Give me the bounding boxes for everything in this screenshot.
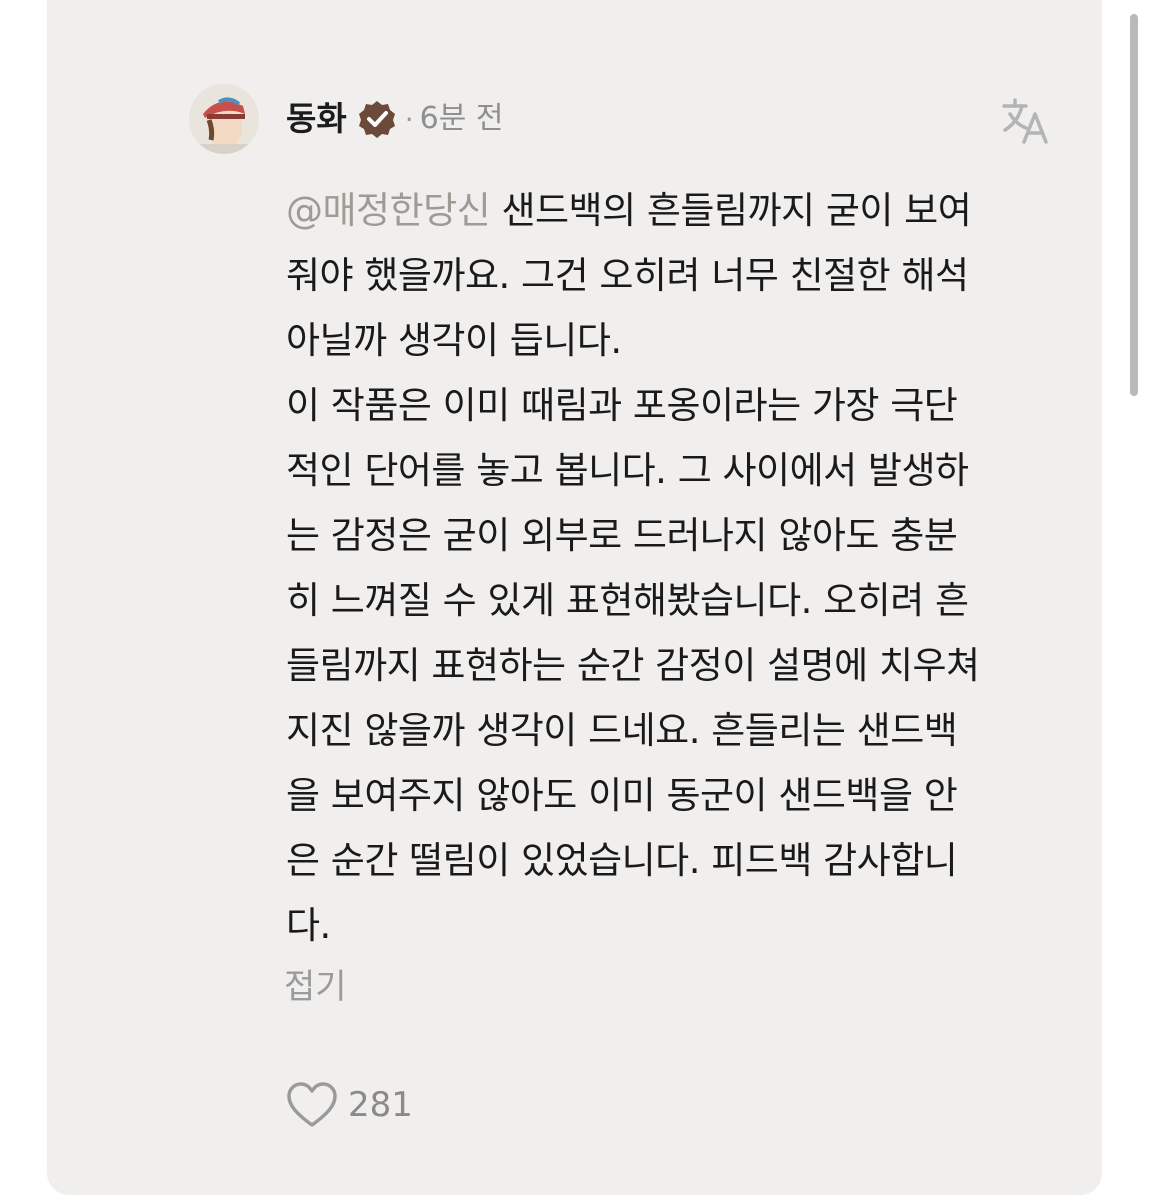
comment-line: 은 순간 떨림이 있었습니다. 피드백 감사합니 bbox=[286, 839, 958, 882]
like-count: 281 bbox=[348, 1085, 413, 1125]
comment-line: 지진 않을까 생각이 드네요. 흔들리는 샌드백 bbox=[286, 709, 958, 752]
collapse-button[interactable]: 접기 bbox=[284, 962, 347, 1012]
comment-line-text: 샌드백의 흔들림까지 굳이 보여 bbox=[490, 189, 972, 232]
comment-line: 적인 단어를 놓고 봅니다. 그 사이에서 발생하 bbox=[286, 449, 969, 492]
username[interactable]: 동화 bbox=[286, 94, 347, 144]
mention-link[interactable]: @매정한당신 bbox=[286, 189, 491, 232]
translate-icon[interactable] bbox=[998, 94, 1052, 148]
comment-line: 들림까지 표현하는 순간 감정이 설명에 치우쳐 bbox=[286, 644, 980, 687]
comment-line: 아닐까 생각이 듭니다. bbox=[286, 319, 622, 362]
screen: 동화 · 6분 전 @매정한당신 샌드백의 흔들림까지 굳이 보여 줘야 했을까… bbox=[0, 0, 1149, 1200]
comment-line: 다. bbox=[286, 904, 331, 947]
avatar[interactable] bbox=[189, 84, 259, 154]
heart-icon[interactable] bbox=[286, 1081, 338, 1129]
comment-line: @매정한당신 샌드백의 흔들림까지 굳이 보여 bbox=[286, 178, 1066, 243]
like-button[interactable]: 281 bbox=[286, 1078, 413, 1132]
verified-badge-icon bbox=[358, 101, 395, 138]
scrollbar[interactable] bbox=[1130, 14, 1138, 396]
comment-line: 줘야 했을까요. 그건 오히려 너무 친절한 해석 bbox=[286, 254, 969, 297]
comment-header: 동화 · 6분 전 bbox=[286, 94, 503, 144]
comment-line: 는 감정은 굳이 외부로 드러나지 않아도 충분 bbox=[286, 514, 958, 557]
timestamp: 6분 전 bbox=[419, 101, 504, 136]
comment-body: @매정한당신 샌드백의 흔들림까지 굳이 보여 줘야 했을까요. 그건 오히려 … bbox=[286, 178, 1066, 958]
comment-line: 이 작품은 이미 때림과 포옹이라는 가장 극단 bbox=[286, 384, 958, 427]
avatar-image bbox=[189, 84, 259, 154]
comment-line: 히 느껴질 수 있게 표현해봤습니다. 오히려 흔 bbox=[286, 579, 969, 622]
separator-dot: · bbox=[404, 102, 414, 136]
comment-line: 을 보여주지 않아도 이미 동군이 샌드백을 안 bbox=[286, 774, 958, 817]
